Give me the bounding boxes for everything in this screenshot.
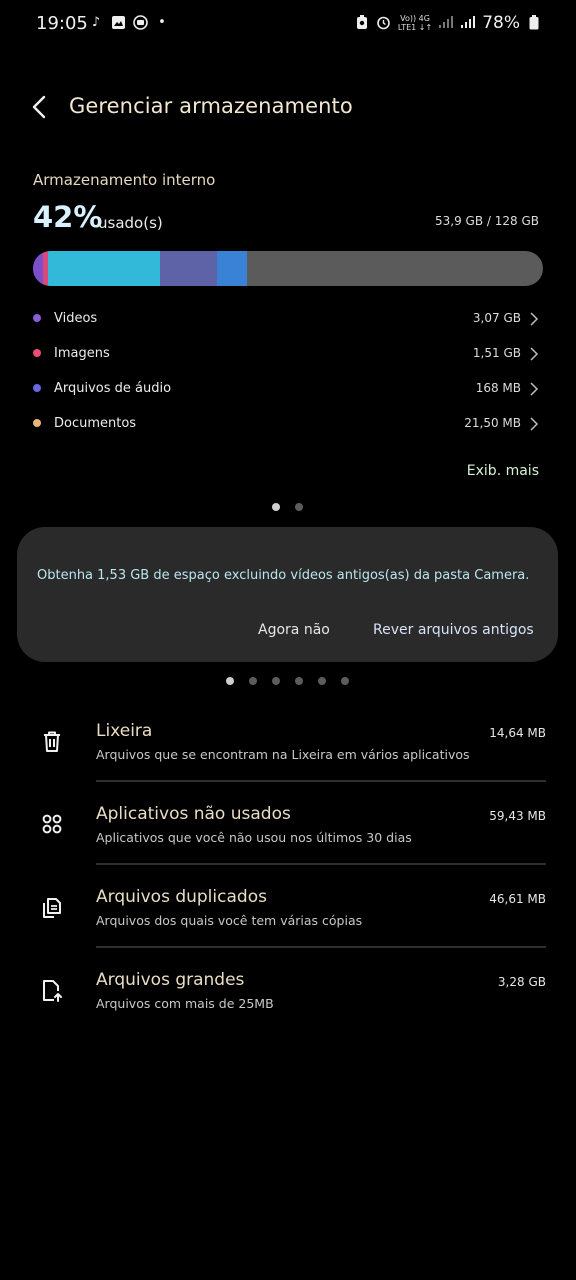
category-label: Arquivos de áudio	[54, 381, 172, 396]
option-subtitle: Arquivos que se encontram na Lixeira em …	[96, 747, 470, 762]
pager-dot[interactable]	[341, 677, 349, 685]
pager-dot[interactable]	[295, 503, 303, 511]
storage-bar-segment-other	[48, 251, 161, 286]
pager-dot-active[interactable]	[272, 503, 280, 511]
option-title: Lixeira	[96, 721, 153, 741]
option-title: Arquivos grandes	[96, 970, 245, 990]
storage-bar-segment-system	[160, 251, 217, 286]
storage-category-item[interactable]: Arquivos de áudio 168 MB	[33, 372, 543, 407]
pager-dot[interactable]	[272, 677, 280, 685]
storage-category-item[interactable]: Documentos 21,50 MB	[33, 407, 543, 442]
category-label: Videos	[54, 311, 98, 326]
app-header: Gerenciar armazenamento	[0, 82, 576, 132]
category-label: Imagens	[54, 346, 110, 361]
battery-percent: 78%	[482, 13, 520, 33]
apps-icon	[38, 810, 66, 838]
see-more-link[interactable]: Exib. mais	[467, 463, 539, 479]
trash-icon	[38, 727, 66, 755]
chevron-right-icon	[529, 416, 539, 431]
storage-pager	[272, 503, 303, 511]
chevron-right-icon	[529, 346, 539, 361]
option-duplicate-files[interactable]: Arquivos duplicados Arquivos dos quais v…	[0, 866, 576, 949]
chevron-right-icon	[529, 311, 539, 326]
more-notifications-icon: •	[158, 15, 166, 30]
duplicate-files-icon	[38, 893, 66, 921]
storage-used-percent: 42%	[33, 200, 103, 234]
category-color-dot	[33, 314, 41, 322]
screen-recorder-icon	[132, 15, 148, 31]
option-subtitle: Arquivos com mais de 25MB	[96, 996, 274, 1011]
option-unused-apps[interactable]: Aplicativos não usados Aplicativos que v…	[0, 783, 576, 866]
storage-usage-bar	[33, 251, 543, 286]
category-size: 1,51 GB	[472, 346, 521, 360]
category-color-dot	[33, 419, 41, 427]
gallery-icon	[110, 15, 126, 31]
signal-sim2-icon	[460, 15, 476, 31]
category-label: Documentos	[54, 416, 137, 431]
category-color-dot	[33, 349, 41, 357]
divider	[96, 946, 546, 948]
category-size: 168 MB	[475, 381, 521, 395]
network-label: Vo)) 4G LTE1 ↓↑	[397, 14, 433, 32]
internal-storage-label: Armazenamento interno	[33, 171, 216, 189]
storage-category-list: Videos 3,07 GB Imagens 1,51 GB Arquivos de á…	[33, 302, 543, 442]
option-size: 46,61 MB	[489, 892, 546, 906]
status-notification-icons: ♪ •	[88, 15, 170, 31]
option-size: 59,43 MB	[489, 809, 546, 823]
storage-category-item[interactable]: Videos 3,07 GB	[33, 302, 543, 337]
chevron-right-icon	[529, 381, 539, 396]
storage-used-total: 53,9 GB / 128 GB	[435, 214, 539, 228]
pager-dot-active[interactable]	[226, 677, 234, 685]
option-size: 3,28 GB	[497, 975, 546, 989]
pager-dot[interactable]	[249, 677, 257, 685]
option-large-files[interactable]: Arquivos grandes Arquivos com mais de 25…	[0, 949, 576, 1032]
storage-category-item[interactable]: Imagens 1,51 GB	[33, 337, 543, 372]
category-size: 21,50 MB	[464, 416, 521, 430]
option-subtitle: Arquivos dos quais você tem várias cópia…	[96, 913, 363, 928]
alarm-icon	[376, 15, 392, 31]
pager-dot[interactable]	[318, 677, 326, 685]
storage-bar-segment-apps	[216, 251, 248, 286]
review-old-files-button[interactable]: Rever arquivos antigos	[373, 622, 534, 638]
signal-sim1-icon	[438, 15, 454, 31]
storage-used-label: usado(s)	[98, 214, 163, 232]
status-bar: 19:05 ♪ • Vo)) 4G LTE1 ↓↑ 78%	[0, 0, 576, 50]
page-title: Gerenciar armazenamento	[69, 94, 353, 118]
storage-usage-summary: 42% usado(s) 53,9 GB / 128 GB	[33, 200, 543, 236]
back-arrow-icon[interactable]	[28, 94, 52, 120]
option-title: Aplicativos não usados	[96, 804, 291, 824]
suggestion-text: Obtenha 1,53 GB de espaço excluindo víde…	[37, 568, 530, 583]
option-trash[interactable]: Lixeira Arquivos que se encontram na Lix…	[0, 700, 576, 783]
divider	[96, 863, 546, 865]
category-color-dot	[33, 384, 41, 392]
option-subtitle: Aplicativos que você não usou nos último…	[96, 830, 412, 845]
suggestion-pager	[226, 677, 349, 685]
suggestion-card: Obtenha 1,53 GB de espaço excluindo víde…	[17, 527, 558, 662]
battery-icon	[526, 15, 542, 31]
status-time: 19:05	[36, 13, 88, 34]
option-title: Arquivos duplicados	[96, 887, 267, 907]
option-size: 14,64 MB	[489, 726, 546, 740]
category-size: 3,07 GB	[472, 311, 521, 325]
divider	[96, 780, 546, 782]
large-file-icon	[38, 976, 66, 1004]
tiktok-icon: ♪	[91, 15, 101, 30]
not-now-button[interactable]: Agora não	[258, 622, 330, 638]
status-system-icons: Vo)) 4G LTE1 ↓↑ 78%	[354, 13, 542, 33]
pager-dot[interactable]	[295, 677, 303, 685]
storage-bar-segment-videos	[33, 251, 44, 286]
battery-saver-icon	[354, 15, 370, 31]
